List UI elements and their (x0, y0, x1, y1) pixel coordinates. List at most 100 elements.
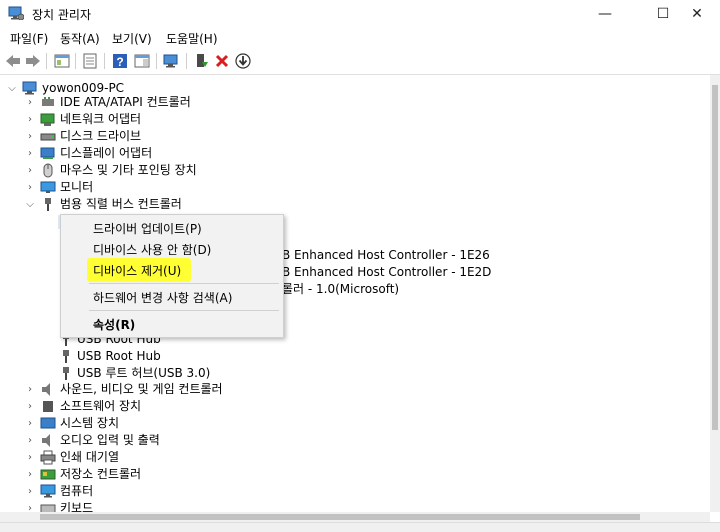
speaker-icon (42, 383, 50, 396)
close-button[interactable]: ✕ (674, 0, 720, 28)
collapsed-chevron-icon[interactable]: › (24, 145, 36, 162)
keyboard-icon (40, 504, 56, 512)
collapsed-chevron-icon[interactable]: › (24, 466, 36, 483)
tree-item-system[interactable]: › 시스템 장치 (0, 415, 700, 432)
printer-icon (40, 450, 56, 465)
menu-item-update-driver[interactable]: 드라이버 업데이트(P) (93, 220, 202, 237)
category-label: 컴퓨터 (60, 484, 94, 498)
usb-child-row[interactable]: USB Root Hub (0, 348, 700, 365)
collapsed-chevron-icon[interactable]: › (24, 415, 36, 432)
collapsed-chevron-icon[interactable]: › (24, 483, 36, 500)
category-label: 키보드 (60, 501, 94, 512)
toolbar-separator (104, 53, 105, 69)
forward-arrow-icon[interactable] (24, 52, 42, 70)
tree-item-storage[interactable]: › 저장소 컨트롤러 (0, 466, 700, 483)
usb-connector-icon (45, 198, 51, 211)
menu-separator (89, 310, 279, 311)
tree-item-network[interactable]: › 네트워크 어댑터 (0, 111, 700, 128)
title-bar: 장치 관리자 — ☐ ✕ (0, 0, 720, 28)
svg-text:?: ? (116, 55, 123, 69)
collapsed-chevron-icon[interactable]: › (24, 449, 36, 466)
display-adapter-icon (40, 147, 55, 159)
tree-item-software[interactable]: › 소프트웨어 장치 (0, 398, 700, 415)
disk-drive-icon (40, 133, 56, 141)
menu-item-disable-device[interactable]: 디바이스 사용 안 함(D) (93, 241, 211, 258)
collapsed-chevron-icon[interactable]: › (24, 128, 36, 145)
tree-item-monitor[interactable]: › 모니터 (0, 179, 700, 196)
collapsed-chevron-icon[interactable]: › (24, 162, 36, 179)
system-device-icon (40, 417, 56, 429)
install-download-icon[interactable] (234, 52, 252, 70)
category-label: 디스플레이 어댑터 (60, 146, 153, 160)
device-label: USB 루트 허브(USB 3.0) (77, 366, 211, 380)
software-device-icon (43, 401, 53, 412)
monitor-icon (40, 181, 56, 193)
ide-controller-icon (42, 97, 54, 106)
collapsed-chevron-icon[interactable]: › (24, 381, 36, 398)
menu-help[interactable]: 도움말(H) (166, 30, 218, 47)
category-label: 사운드, 비디오 및 게임 컨트롤러 (60, 382, 223, 396)
category-label: 범용 직렬 버스 컨트롤러 (60, 197, 182, 211)
tree-item-sound[interactable]: › 사운드, 비디오 및 게임 컨트롤러 (0, 381, 700, 398)
toolbar-separator (186, 53, 187, 69)
category-label: 모니터 (60, 180, 94, 194)
device-label: 롤러 - 1.0(Microsoft) (282, 282, 400, 296)
menu-bar: 파일(F) 동작(A) 보기(V) 도움말(H) (0, 28, 720, 48)
menu-item-uninstall-device[interactable]: 디바이스 제거(U) (93, 262, 181, 279)
category-label: 오디오 입력 및 출력 (60, 433, 160, 447)
category-label: 소프트웨어 장치 (60, 399, 142, 413)
collapsed-chevron-icon[interactable]: › (24, 111, 36, 128)
vertical-scroll-thumb[interactable] (712, 85, 718, 430)
menu-view[interactable]: 보기(V) (112, 30, 152, 47)
toolbar-separator (46, 53, 47, 69)
category-label: 디스크 드라이브 (60, 129, 142, 143)
back-arrow-icon[interactable] (4, 52, 22, 70)
help-icon[interactable]: ? (111, 52, 129, 70)
properties-sheet-icon[interactable] (81, 52, 99, 70)
update-driver-icon[interactable] (192, 52, 210, 70)
collapsed-chevron-icon[interactable]: › (24, 500, 36, 512)
tree-item-mouse[interactable]: › 마우스 및 기타 포인팅 장치 (0, 162, 700, 179)
category-label: IDE ATA/ATAPI 컨트롤러 (60, 95, 191, 109)
tree-item-print-queue[interactable]: › 인쇄 대기열 (0, 449, 700, 466)
tree-item-display[interactable]: › 디스플레이 어댑터 (0, 145, 700, 162)
menu-action[interactable]: 동작(A) (60, 30, 100, 47)
tree-item-keyboard[interactable]: › 키보드 (0, 500, 700, 512)
collapsed-chevron-icon[interactable]: › (24, 179, 36, 196)
tree-item-computer[interactable]: › 컴퓨터 (0, 483, 700, 500)
uninstall-x-icon[interactable] (213, 52, 231, 70)
usb-connector-icon (63, 367, 69, 380)
minimize-button[interactable]: — (582, 0, 628, 28)
usb-child-row[interactable]: USB 루트 허브(USB 3.0) (0, 365, 700, 382)
collapsed-chevron-icon[interactable]: › (24, 432, 36, 449)
vertical-scrollbar[interactable] (710, 75, 720, 512)
tree-item-audio-io[interactable]: › 오디오 입력 및 출력 (0, 432, 700, 449)
console-tree-icon[interactable] (53, 52, 71, 70)
device-label: USB Root Hub (77, 349, 161, 363)
category-label: 시스템 장치 (60, 416, 120, 430)
horizontal-scroll-thumb[interactable] (40, 514, 640, 520)
show-hide-pane-icon[interactable] (133, 52, 151, 70)
mouse-icon (43, 163, 53, 178)
context-menu: 드라이버 업데이트(P) 디바이스 사용 안 함(D) 디바이스 제거(U) 하… (60, 214, 284, 338)
tree-item-disk[interactable]: › 디스크 드라이브 (0, 128, 700, 145)
collapsed-chevron-icon[interactable]: › (24, 94, 36, 111)
network-adapter-icon (40, 113, 55, 126)
category-label: 네트워크 어댑터 (60, 112, 142, 126)
device-label: B Enhanced Host Controller - 1E26 (282, 248, 490, 262)
tree-item-usb[interactable]: ⌵ 범용 직렬 버스 컨트롤러 (0, 196, 700, 213)
toolbar: ? (0, 48, 720, 75)
menu-item-properties[interactable]: 속성(R) (93, 316, 135, 333)
scan-hardware-icon[interactable] (162, 52, 180, 70)
menu-item-scan-hardware-changes[interactable]: 하드웨어 변경 사항 검색(A) (93, 289, 232, 306)
horizontal-scrollbar[interactable] (0, 512, 710, 522)
storage-controller-icon (40, 469, 56, 480)
tree-item-ide[interactable]: › IDE ATA/ATAPI 컨트롤러 (0, 94, 700, 111)
menu-file[interactable]: 파일(F) (10, 30, 48, 47)
expanded-chevron-icon[interactable]: ⌵ (24, 196, 36, 213)
collapsed-chevron-icon[interactable]: › (24, 398, 36, 415)
category-label: 저장소 컨트롤러 (60, 467, 142, 481)
window-title: 장치 관리자 (32, 8, 92, 22)
computer-icon (40, 484, 56, 498)
toolbar-separator (156, 53, 157, 69)
